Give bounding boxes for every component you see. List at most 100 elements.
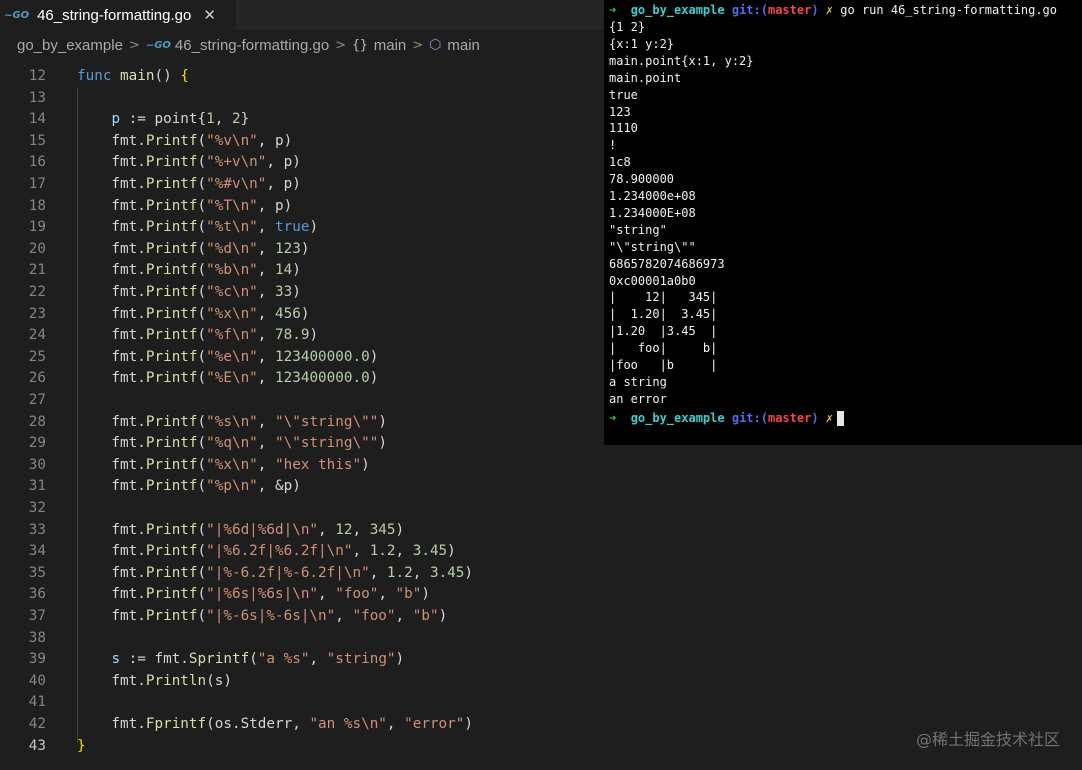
code-text: fmt.Printf("%p\n", &p) [77, 478, 301, 495]
line-number: 24 [28, 327, 46, 344]
line-number: 43 [28, 737, 46, 754]
code-text: fmt.Fprintf(os.Stderr, "an %s\n", "error… [77, 716, 473, 732]
terminal-output-line: 1.234000E+08 [609, 205, 696, 220]
line-number: 13 [28, 89, 46, 106]
terminal-output-line: 1c8 [609, 155, 631, 170]
text-cursor [837, 411, 845, 426]
chevron-right-icon: > [412, 37, 424, 53]
line-number: 15 [28, 132, 46, 149]
line-number: 36 [28, 586, 46, 603]
line-number: 18 [28, 197, 46, 214]
line-number: 35 [28, 564, 46, 581]
terminal-output-line: 0xc00001a0b0 [609, 273, 696, 288]
terminal-output-line: main.point [609, 70, 682, 85]
code-text: fmt.Printf("%T\n", p) [77, 197, 293, 214]
line-number: 42 [28, 716, 46, 732]
code-text: fmt.Println(s) [77, 672, 232, 689]
line-number: 23 [28, 305, 46, 322]
code-text: fmt.Printf("%c\n", 33) [77, 284, 301, 300]
line-number: 27 [28, 392, 46, 408]
code-line: 33 fmt.Printf("|%6d|%6d|\n", 12, 345) [0, 520, 1082, 542]
editor-tab[interactable]: ~GO 46_string-formatting.go ✕ [0, 0, 236, 30]
line-number: 14 [28, 111, 46, 128]
line-number: 31 [28, 478, 46, 495]
code-text: fmt.Printf("%d\n", 123) [77, 240, 310, 257]
code-text: p := point{1, 2} [111, 111, 250, 128]
terminal-output-line: | 1.20| 3.45| [609, 307, 718, 322]
line-number: 28 [28, 413, 46, 430]
code-line: 38 [0, 628, 1082, 650]
terminal-output-line: true [609, 87, 638, 102]
code-text: fmt.Printf("|%6.2f|%6.2f|\n", 1.2, 3.45) [77, 543, 456, 560]
line-number: 32 [28, 500, 46, 516]
breadcrumb-file[interactable]: 46_string-formatting.go [175, 37, 329, 54]
line-number: 30 [28, 456, 46, 473]
code-text: fmt.Printf("|%6s|%6s|\n", "foo", "b") [77, 586, 430, 603]
terminal-output-line: 6865782074686973 [609, 256, 725, 271]
line-number: 17 [28, 176, 46, 192]
code-text: fmt.Printf("%x\n", 456) [77, 305, 310, 322]
code-line: 31 fmt.Printf("%p\n", &p) [0, 476, 1082, 498]
line-number: 26 [28, 370, 46, 387]
terminal-output-line: | 12| 345| [609, 290, 718, 305]
go-file-icon: ~GO [4, 9, 30, 21]
code-text: fmt.Printf("%x\n", "hex this") [77, 456, 370, 473]
code-text: s := fmt.Sprintf("a %s", "string") [111, 651, 405, 668]
line-number: 19 [28, 219, 46, 236]
code-text: fmt.Printf("%s\n", "\"string\"") [77, 413, 387, 430]
line-number: 40 [28, 672, 46, 689]
watermark: @稀土掘金技术社区 [915, 730, 1060, 749]
terminal-output-line: 78.900000 [609, 172, 675, 187]
terminal-output-line: {x:1 y:2} [609, 36, 675, 51]
line-number: 34 [28, 543, 46, 560]
terminal-output-line: ! [609, 138, 617, 153]
code-text: fmt.Printf("%+v\n", p) [77, 154, 301, 171]
code-text: fmt.Printf("|%-6.2f|%-6.2f|\n", 1.2, 3.4… [77, 564, 473, 581]
breadcrumb-function[interactable]: main [447, 37, 480, 54]
line-number: 39 [28, 651, 46, 668]
terminal-output-line: |foo |b | [609, 358, 718, 372]
chevron-right-icon: > [128, 37, 140, 53]
code-line: 35 fmt.Printf("|%-6.2f|%-6.2f|\n", 1.2, … [0, 563, 1082, 585]
terminal-command-line: ➜ go_by_example git:(master) ✗ go run 46… [609, 3, 1058, 17]
terminal-output-line: | foo| b| [609, 341, 718, 356]
line-number: 16 [28, 154, 46, 171]
terminal-output-line: a string [609, 374, 667, 389]
namespace-icon: {} [352, 37, 368, 53]
line-number: 25 [28, 348, 46, 365]
code-text: fmt.Printf("|%-6s|%-6s|\n", "foo", "b") [77, 608, 448, 624]
code-line: 40 fmt.Println(s) [0, 671, 1082, 693]
function-cube-icon: ⬡ [429, 37, 442, 53]
close-icon[interactable]: ✕ [203, 6, 216, 24]
code-text: fmt.Printf("%e\n", 123400000.0) [77, 348, 379, 365]
line-number: 21 [28, 262, 46, 279]
code-text: func main() { [77, 68, 189, 84]
terminal-output-line: 1110 [609, 121, 638, 136]
prompt-arrow-icon: ➜ [609, 3, 617, 17]
code-text: fmt.Printf("|%6d|%6d|\n", 12, 345) [77, 521, 405, 538]
code-line: 36 fmt.Printf("|%6s|%6s|\n", "foo", "b") [0, 584, 1082, 606]
code-line: 41 [0, 692, 1082, 714]
code-text: fmt.Printf("%b\n", 14) [77, 262, 301, 279]
code-line: 39 s := fmt.Sprintf("a %s", "string") [0, 649, 1082, 671]
terminal-output-line: "\"string\"" [609, 239, 696, 254]
line-number: 20 [28, 240, 46, 257]
terminal-output-line: {1 2} [609, 20, 646, 34]
code-text: fmt.Printf("%q\n", "\"string\"") [77, 435, 387, 452]
code-line: 32 [0, 498, 1082, 520]
code-text: } [77, 737, 86, 754]
tab-filename: 46_string-formatting.go [37, 6, 192, 24]
terminal-output-line: main.point{x:1, y:2} [609, 53, 754, 68]
breadcrumb-namespace[interactable]: main [374, 37, 407, 54]
breadcrumb-folder[interactable]: go_by_example [17, 37, 123, 54]
code-line: 37 fmt.Printf("|%-6s|%-6s|\n", "foo", "b… [0, 606, 1082, 628]
line-number: 33 [28, 521, 46, 538]
line-number: 22 [28, 284, 46, 300]
code-text: fmt.Printf("%f\n", 78.9) [77, 327, 319, 344]
terminal-panel[interactable]: ➜ go_by_example git:(master) ✗ go run 46… [604, 0, 1082, 445]
line-number: 37 [28, 608, 46, 624]
terminal-prompt-line[interactable]: ➜ go_by_example git:(master) ✗ [609, 410, 845, 427]
code-text: fmt.Printf("%t\n", true) [77, 219, 319, 236]
line-number: 41 [28, 694, 46, 711]
line-number: 38 [28, 629, 46, 646]
